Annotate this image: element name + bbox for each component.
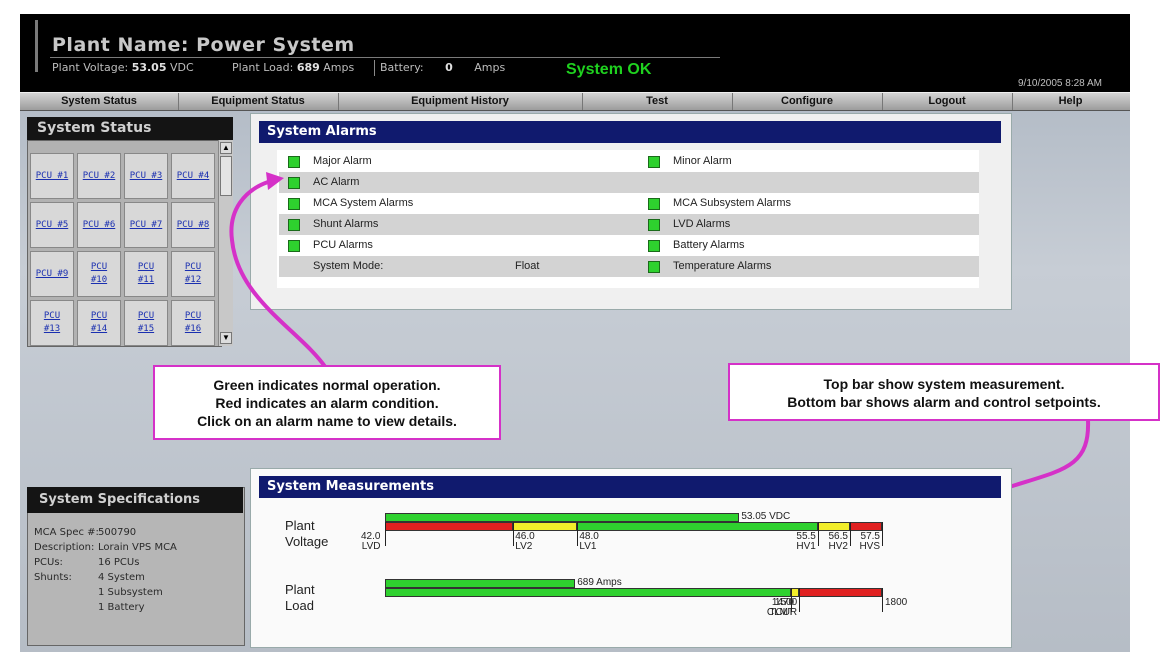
callout-measurement-help: Top bar show system measurement. Bottom … (728, 363, 1160, 421)
label-line: Voltage (285, 534, 329, 549)
spec-label: Shunts: (34, 572, 72, 583)
system-measurements-panel: System Measurements (250, 468, 1012, 648)
setpoint-zone (385, 522, 514, 531)
setpoint-tick (577, 522, 579, 546)
setpoint-zone (799, 588, 882, 597)
setpoint-tick (882, 588, 883, 612)
setpoint-zone (790, 588, 800, 597)
setpoint-zone (385, 588, 791, 597)
arrowhead-icon (266, 172, 284, 190)
setpoint-tick (513, 522, 515, 546)
measurement-bar (385, 579, 576, 588)
setpoint-zone (849, 522, 882, 531)
setpoint-name: HV2 (828, 541, 848, 552)
setpoint-name: HVS (859, 541, 880, 552)
setpoint-label: 55.5 HV1 (796, 532, 815, 552)
setpoint-value: 1800 (885, 597, 908, 608)
system-specifications-header: System Specifications (27, 487, 243, 513)
spec-value: 16 PCUs (98, 557, 140, 568)
spec-label: PCUs: (34, 557, 63, 568)
spec-value: 500790 (98, 527, 137, 538)
setpoint-label: 56.5 HV2 (828, 532, 847, 552)
label-line: Load (285, 598, 314, 613)
measurement-value-label: 53.05 VDC (741, 511, 791, 522)
setpoint-zone (513, 522, 578, 531)
setpoint-name: TCUR (769, 607, 798, 618)
system-measurements-title: System Measurements (259, 476, 1001, 498)
callout-alarm-help: Green indicates normal operation. Red in… (153, 365, 501, 440)
spec-value: 1 Battery (98, 602, 145, 613)
spec-label: Description: (34, 542, 95, 553)
label-line: Plant (285, 582, 315, 597)
spec-value: 4 System (98, 572, 145, 583)
label-line: Plant (285, 518, 315, 533)
setpoint-label: 48.0 LV1 (579, 532, 598, 552)
spec-value: Lorain VPS MCA (98, 542, 177, 553)
setpoint-tick (799, 588, 801, 612)
callout-line: Green indicates normal operation. (213, 377, 441, 393)
voltage-label: Plant Voltage (285, 518, 328, 550)
setpoint-tick (817, 522, 819, 546)
measurement-bar (385, 513, 740, 522)
setpoint-label: 57.5 HVS (859, 532, 880, 552)
spec-value: 1 Subsystem (98, 587, 163, 598)
system-specifications-title: System Specifications (39, 492, 201, 507)
load-label: Plant Load (285, 582, 315, 614)
setpoint-label: 1500 TCUR (769, 598, 797, 618)
callout-line: Top bar show system measurement. (823, 376, 1065, 392)
setpoint-name: LVD (361, 541, 381, 552)
left-callout-arrow (229, 180, 328, 370)
setpoint-zone (817, 522, 850, 531)
setpoint-zone (577, 522, 818, 531)
spec-label: MCA Spec #: (34, 527, 99, 538)
setpoint-label: 46.0 LV2 (515, 532, 534, 552)
setpoint-name: HV1 (796, 541, 816, 552)
setpoint-label: 42.0 LVD (361, 532, 380, 552)
callout-line: Red indicates an alarm condition. (215, 395, 439, 411)
measurement-value-label: 689 Amps (577, 577, 622, 588)
setpoint-name: LV2 (515, 541, 533, 552)
setpoint-label: 1800 (885, 598, 907, 608)
setpoint-tick (882, 522, 883, 546)
setpoint-tick (385, 522, 386, 546)
callout-line: Click on an alarm name to view details. (197, 413, 457, 429)
setpoint-tick (849, 522, 851, 546)
setpoint-name: LV1 (579, 541, 597, 552)
callout-line: Bottom bar shows alarm and control setpo… (787, 394, 1101, 410)
